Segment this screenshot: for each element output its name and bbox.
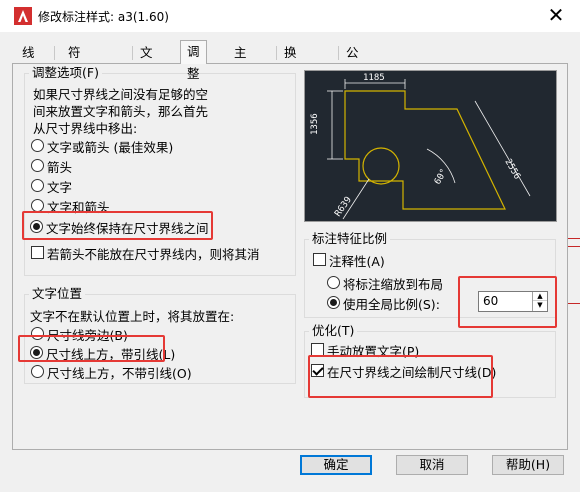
fit-option-keep-text-between-radio[interactable] [30,220,43,233]
fit-option-arrows-radio[interactable] [31,159,44,172]
preview-shape-outline [344,90,506,210]
preview-circle [362,147,400,185]
preview-label-1356: 1356 [310,113,320,135]
ok-button[interactable]: 确定 [300,455,372,475]
draw-dim-line-between-label: 在尺寸界线之间绘制尺寸线(D) [327,365,497,380]
scale-to-layout-label: 将标注缩放到布局 [343,277,444,292]
scale-features-legend: 标注特征比例 [312,231,388,246]
placement-beside-line-label: 尺寸线旁边(B) [47,328,128,343]
help-button[interactable]: 帮助(H) [492,455,564,475]
spin-down-arrow-icon[interactable]: ▼ [533,301,547,310]
fit-option-text-or-arrows-radio[interactable] [31,139,44,152]
fit-option-text-label: 文字 [47,180,73,195]
fit-option-keep-text-between-label: 文字始终保持在尺寸界线之间 [46,221,209,236]
placement-over-without-leader-radio[interactable] [31,365,44,378]
background-drawing-line [568,246,580,247]
annotative-label: 注释性(A) [329,254,385,269]
spinner-buttons: ▲ ▼ [532,292,547,311]
fit-option-arrows-label: 箭头 [47,160,73,175]
tab-lines[interactable]: 线 [16,44,41,64]
preview-label-2556: 2556 [502,158,522,182]
tab-fit[interactable]: 调整 [180,40,207,81]
manual-text-placement-checkbox[interactable] [311,343,324,356]
fine-tuning-legend: 优化(T) [312,323,355,338]
tab-tolerances[interactable]: 公差 [340,44,365,78]
scale-to-layout-radio[interactable] [327,276,340,289]
preview-label-angle: 60° [433,167,450,186]
tab-primary-units[interactable]: 主单位 [228,44,253,96]
global-scale-spinner[interactable]: 60 ▲ ▼ [478,291,548,312]
tab-divider [132,46,133,60]
tab-divider [54,46,55,60]
dimension-preview: 1185 1356 2556 60° R639 [304,70,557,222]
tab-text[interactable]: 文字 [134,44,159,78]
window-title: 修改标注样式: a3(1.60) [38,10,169,24]
fit-option-text-or-arrows-label: 文字或箭头 (最佳效果) [47,140,174,155]
fit-option-text-radio[interactable] [31,179,44,192]
close-icon[interactable]: ✕ [546,3,566,27]
placement-over-without-leader-label: 尺寸线上方，不带引线(O) [47,366,192,381]
title-bar: 修改标注样式: a3(1.60) ✕ [0,0,580,32]
global-scale-value[interactable]: 60 [483,294,498,308]
placement-beside-line-radio[interactable] [31,327,44,340]
suppress-arrows-checkbox[interactable] [31,246,44,259]
use-global-scale-label: 使用全局比例(S): [343,297,440,312]
draw-dim-line-between-checkbox[interactable] [311,364,324,377]
text-placement-legend: 文字位置 [32,286,83,301]
tab-divider [338,46,339,60]
fit-description-line-3: 从尺寸界线中移出: [33,121,138,136]
manual-text-placement-label: 手动放置文字(P) [327,344,420,359]
spin-up-arrow-icon[interactable]: ▲ [533,292,547,301]
tab-alternate-units[interactable]: 换算单位 [278,44,303,114]
placement-over-with-leader-label: 尺寸线上方，带引线(L) [46,347,176,362]
tab-symbols-arrows[interactable]: 符号和箭头 [62,44,87,132]
tab-divider [276,46,277,60]
use-global-scale-radio[interactable] [327,296,340,309]
background-drawing-line [568,238,580,239]
text-placement-description: 文字不在默认位置上时，将其放置在: [30,309,235,324]
preview-dim-line-diagonal [474,100,531,197]
preview-label-1185: 1185 [363,73,385,83]
fit-option-text-and-arrows-label: 文字和箭头 [47,200,110,215]
placement-over-with-leader-radio[interactable] [30,346,43,359]
fit-option-text-and-arrows-radio[interactable] [31,199,44,212]
cancel-button[interactable]: 取消 [396,455,468,475]
background-drawing-line [568,303,580,304]
suppress-arrows-label: 若箭头不能放在尺寸界线内，则将其消 [47,247,260,262]
autocad-app-icon [14,7,32,25]
preview-drawing: 1185 1356 2556 60° R639 [310,73,531,220]
annotative-checkbox[interactable] [313,253,326,266]
fit-options-legend: 调整选项(F) [32,65,99,80]
fine-tuning-group: 优化(T) [304,324,556,398]
